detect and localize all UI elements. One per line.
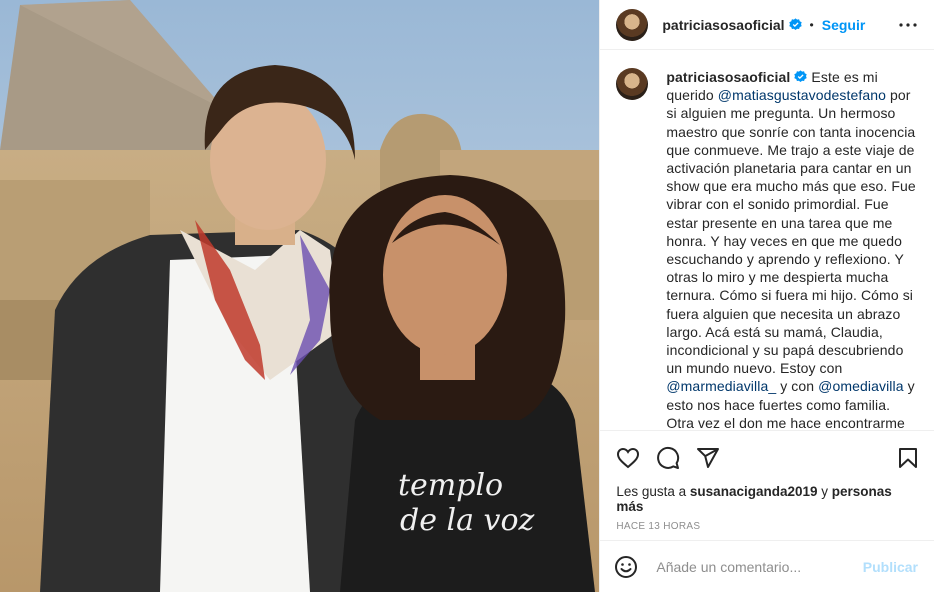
- mention-link[interactable]: @omediavilla: [818, 378, 903, 394]
- post-header: patriciasosaoficial • Seguir: [600, 0, 934, 50]
- post-image: templo de la voz: [0, 0, 600, 592]
- likes-line: Les gusta a susanaciganda2019 y personas…: [600, 475, 934, 514]
- publish-button[interactable]: Publicar: [863, 559, 918, 575]
- heart-icon[interactable]: [616, 446, 640, 470]
- mention-link[interactable]: @marmediavilla_: [666, 378, 776, 394]
- emoji-icon[interactable]: [614, 555, 638, 579]
- post-timestamp[interactable]: HACE 13 HORAS: [600, 514, 934, 532]
- send-icon[interactable]: [696, 446, 720, 470]
- comment-box: Publicar: [600, 540, 934, 592]
- verified-badge-icon: [788, 18, 802, 31]
- verified-badge-icon: [794, 70, 808, 83]
- username-link[interactable]: patriciasosaoficial: [662, 17, 784, 33]
- avatar[interactable]: [616, 8, 649, 41]
- bookmark-icon[interactable]: [896, 446, 920, 470]
- post-photo[interactable]: templo de la voz: [0, 0, 600, 592]
- likes-prefix: Les gusta a: [616, 484, 690, 499]
- post-side-panel: patriciasosaoficial • Seguir patriciasos…: [599, 0, 934, 592]
- caption-part: por si alguien me pregunta. Un hermoso m…: [666, 87, 916, 377]
- liker-username[interactable]: susanaciganda2019: [690, 484, 818, 499]
- more-options-icon[interactable]: [896, 13, 920, 37]
- caption-block: patriciasosaoficial Este es mi querido @…: [616, 68, 920, 430]
- mention-link[interactable]: @matiasgustavodestefano: [718, 87, 886, 103]
- comment-icon[interactable]: [656, 446, 680, 470]
- likes-mid: y: [817, 484, 832, 499]
- follow-button[interactable]: Seguir: [822, 17, 866, 33]
- comment-input[interactable]: [654, 557, 863, 576]
- post-actions: Les gusta a susanaciganda2019 y personas…: [600, 430, 934, 541]
- caption-username[interactable]: patriciasosaoficial: [666, 69, 790, 85]
- caption-avatar[interactable]: [616, 68, 649, 100]
- separator-dot: •: [809, 17, 814, 32]
- shirt-text-line2: de la voz: [400, 503, 535, 538]
- caption-part: y con: [776, 378, 819, 395]
- shirt-text-line1: templo: [398, 468, 503, 503]
- caption-text: patriciasosaoficial Este es mi querido @…: [666, 68, 920, 430]
